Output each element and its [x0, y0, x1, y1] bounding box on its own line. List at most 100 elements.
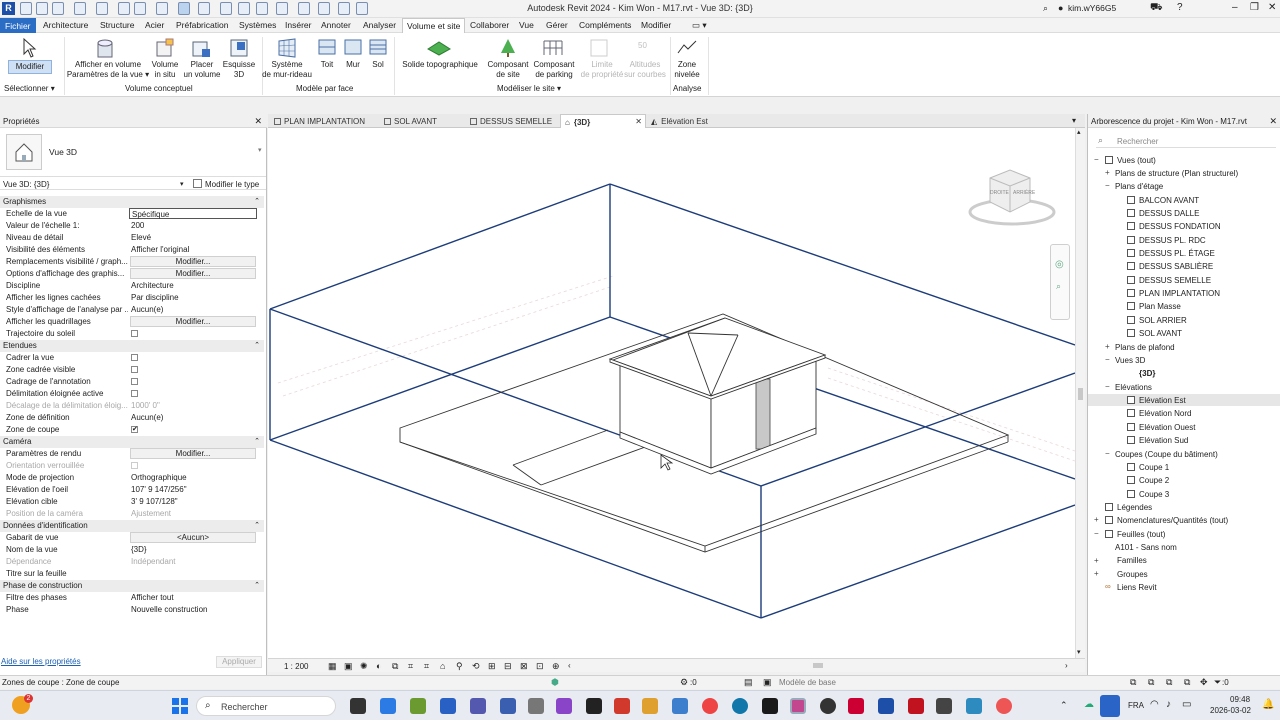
volume-in-situ-button[interactable]: Volume in situ: [148, 60, 182, 80]
tree-item[interactable]: SOL AVANT: [1139, 329, 1182, 338]
design-options-icon[interactable]: ▤: [744, 677, 753, 688]
browser-search-input[interactable]: ⌕ Rechercher: [1096, 134, 1276, 148]
show-crop-icon[interactable]: ⌗: [424, 661, 429, 672]
expand-icon[interactable]: +: [1105, 342, 1110, 351]
prop-row[interactable]: Niveau de détail Elevé: [0, 232, 262, 244]
prop-row[interactable]: Zone de définition Aucun(e): [0, 412, 262, 424]
temp-hide-icon[interactable]: ⚲: [456, 661, 463, 672]
app-icon[interactable]: [410, 698, 426, 714]
drag-elements-icon[interactable]: ✥: [1200, 677, 1208, 688]
tab-annoter[interactable]: Annoter: [321, 20, 351, 30]
modify-button[interactable]: Modifier...: [130, 316, 256, 327]
app-icon[interactable]: [848, 698, 864, 714]
checkbox[interactable]: [131, 354, 138, 361]
app-icon[interactable]: [936, 698, 952, 714]
prop-row[interactable]: Remplacements visibilité / graph... Modif…: [0, 256, 262, 268]
modify-button[interactable]: Modifier...: [130, 448, 256, 459]
filter-icon[interactable]: ⏷: [1214, 677, 1221, 688]
checkbox[interactable]: [131, 378, 138, 385]
select-underlay-icon[interactable]: ⧉: [1148, 677, 1154, 688]
help-link[interactable]: Aide sur les propriétés: [1, 657, 81, 666]
collapse-icon[interactable]: −: [1105, 382, 1110, 391]
acrobat-icon[interactable]: [908, 698, 924, 714]
language-indicator[interactable]: FRA: [1128, 701, 1144, 710]
tab-vue[interactable]: Vue: [519, 20, 534, 30]
systeme-mur-rideau-button[interactable]: Système de mur-rideau: [258, 60, 316, 80]
outlook-icon[interactable]: [440, 698, 456, 714]
tree-item[interactable]: DESSUS PL. ÉTAGE: [1139, 249, 1215, 258]
tree-item[interactable]: Vues (tout): [1117, 156, 1156, 165]
tree-item[interactable]: DESSUS SABLIÈRE: [1139, 262, 1213, 271]
task-view-icon[interactable]: [350, 698, 366, 714]
scale-select[interactable]: Spécifique: [129, 208, 257, 219]
toit-button[interactable]: Toit: [315, 60, 339, 70]
shadows-icon[interactable]: ◐: [376, 661, 381, 671]
tree-item[interactable]: Elévation Ouest: [1139, 423, 1195, 432]
app-icon[interactable]: [762, 698, 778, 714]
tab-sol-avant[interactable]: SOL AVANT: [384, 114, 468, 128]
placer-volume-button[interactable]: Placer un volume: [181, 60, 223, 80]
detail-level-icon[interactable]: ▦: [328, 661, 337, 672]
revit-taskbar-icon[interactable]: [878, 698, 894, 714]
selectionner-dropdown[interactable]: Sélectionner ▾: [4, 84, 55, 93]
tree-item[interactable]: Légendes: [1117, 503, 1152, 512]
tab-gerer[interactable]: Gérer: [546, 20, 568, 30]
cloud-icon[interactable]: ☁: [1084, 699, 1094, 710]
clock-date[interactable]: 2026-03-02: [1210, 706, 1251, 715]
editable-only-icon[interactable]: ▣: [763, 677, 772, 688]
section-donnees[interactable]: Données d'identification ⌃: [0, 520, 264, 532]
solide-topographique-button[interactable]: Solide topographique: [398, 60, 482, 70]
maximize-icon[interactable]: ❐: [1250, 2, 1259, 13]
zone-nivelee-button[interactable]: Zone nivelée: [670, 60, 704, 80]
view-template-button[interactable]: <Aucun>: [130, 532, 256, 543]
esquisse-3d-button[interactable]: Esquisse 3D: [221, 60, 257, 80]
prop-row[interactable]: Titre sur la feuille: [0, 568, 262, 580]
tree-item-active[interactable]: {3D}: [1139, 369, 1155, 378]
prop-row[interactable]: Echelle de la vue Spécifique: [0, 208, 262, 220]
tree-item-selected[interactable]: Elévation Est: [1139, 396, 1186, 405]
prop-row[interactable]: Elévation de l'oeil 107' 9 147/256": [0, 484, 262, 496]
chrome-icon[interactable]: [996, 698, 1012, 714]
highlight-displacement-icon[interactable]: ⊠: [520, 661, 528, 672]
prop-row[interactable]: Mode de projection Orthographique: [0, 472, 262, 484]
tree-item[interactable]: Groupes: [1117, 570, 1148, 579]
checkbox[interactable]: [131, 330, 138, 337]
battery-icon[interactable]: ▭: [1182, 699, 1191, 710]
sol-button[interactable]: Sol: [366, 60, 390, 70]
tab-complements[interactable]: Compléments: [579, 20, 631, 30]
tree-item[interactable]: PLAN IMPLANTATION: [1139, 289, 1220, 298]
modify-button[interactable]: Modifier...: [130, 268, 256, 279]
close-icon[interactable]: ✕: [254, 116, 262, 127]
constraints-icon[interactable]: ⊡: [536, 661, 544, 672]
help-icon[interactable]: ?: [1177, 2, 1183, 13]
windows-start-icon[interactable]: [172, 698, 188, 714]
tree-item[interactable]: Plan Masse: [1139, 302, 1181, 311]
user-name[interactable]: kim.wY66G5: [1068, 3, 1116, 13]
expand-icon[interactable]: +: [1094, 569, 1099, 578]
tree-item[interactable]: Vues 3D: [1115, 356, 1145, 365]
checkbox[interactable]: [131, 390, 138, 397]
scroll-left-icon[interactable]: ‹: [568, 661, 571, 670]
tab-inserer[interactable]: Insérer: [285, 20, 311, 30]
tab-acier[interactable]: Acier: [145, 20, 164, 30]
viewcube[interactable]: DROITE ARRIÈRE: [968, 166, 1058, 226]
tree-item[interactable]: Feuilles (tout): [1117, 530, 1165, 539]
prop-row[interactable]: Nom de la vue {3D}: [0, 544, 262, 556]
tab-elevation-est[interactable]: ◭ Elévation Est: [648, 114, 738, 128]
prop-row[interactable]: Afficher les lignes cachées Par disciplin…: [0, 292, 262, 304]
prop-row[interactable]: Zone de coupe ✔: [0, 424, 262, 436]
minimize-icon[interactable]: –: [1232, 2, 1238, 13]
scroll-right-icon[interactable]: ›: [1065, 661, 1068, 670]
section-etendues[interactable]: Etendues ⌃: [0, 340, 264, 352]
visual-style-icon[interactable]: ▣: [344, 661, 353, 672]
prop-row[interactable]: Discipline Architecture: [0, 280, 262, 292]
collapse-icon[interactable]: −: [1105, 449, 1110, 458]
zoom-icon[interactable]: ⌕: [1056, 281, 1061, 292]
scale-indicator[interactable]: 1 : 200: [284, 662, 308, 671]
design-option-select[interactable]: Modèle de base: [779, 678, 911, 687]
expand-icon[interactable]: +: [1094, 515, 1099, 524]
select-links-icon[interactable]: ⧉: [1130, 677, 1136, 688]
sun-path-icon[interactable]: ✺: [360, 661, 368, 672]
prop-row[interactable]: Zone cadrée visible: [0, 364, 262, 376]
reveal-constraints-icon[interactable]: ⊕: [552, 661, 560, 672]
